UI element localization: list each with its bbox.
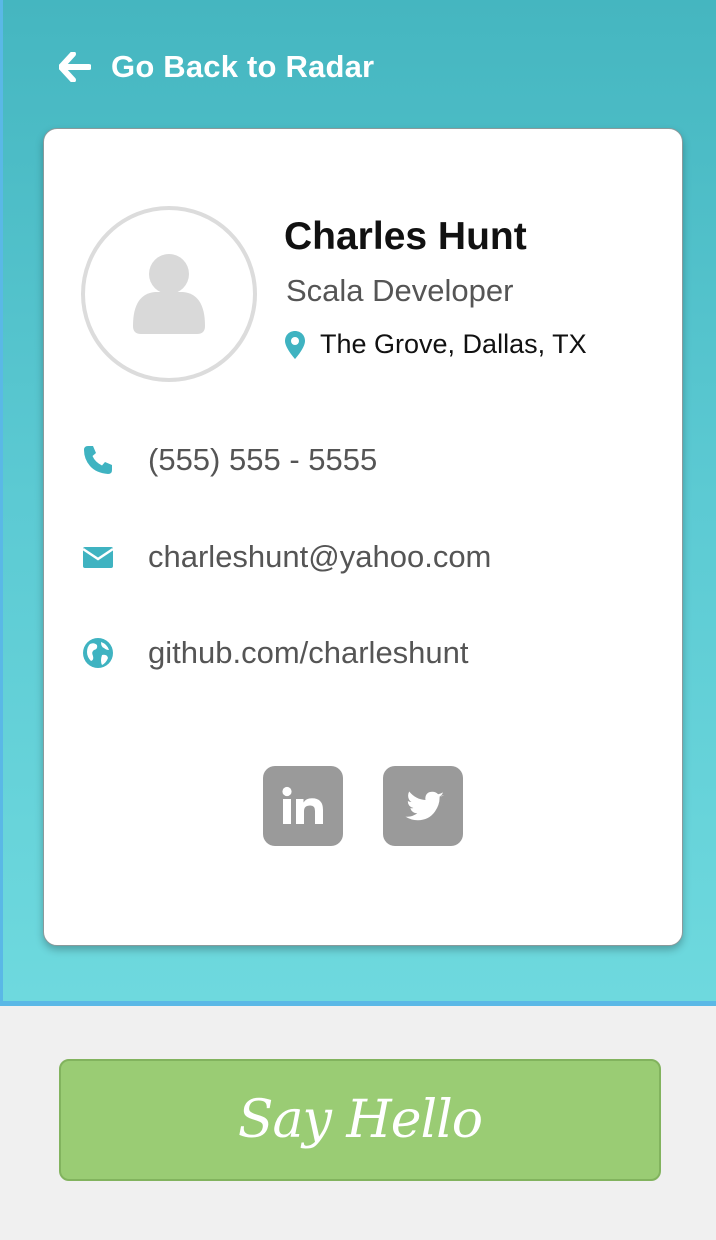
profile-header-background: Go Back to Radar Charles Hunt Scala Deve… xyxy=(0,0,716,1006)
twitter-icon xyxy=(405,791,444,821)
phone-row[interactable]: (555) 555 - 5555 xyxy=(82,440,377,480)
say-hello-label: Say Hello xyxy=(237,1090,483,1150)
arrow-left-icon xyxy=(59,50,93,84)
globe-icon xyxy=(82,633,148,673)
website-row[interactable]: github.com/charleshunt xyxy=(82,633,469,673)
website-link: github.com/charleshunt xyxy=(148,635,469,670)
linkedin-icon xyxy=(282,786,323,824)
email-row[interactable]: charleshunt@yahoo.com xyxy=(82,537,491,577)
email-address: charleshunt@yahoo.com xyxy=(148,539,492,574)
map-pin-icon xyxy=(285,330,305,359)
profile-role: Scala Developer xyxy=(286,273,514,308)
phone-number: (555) 555 - 5555 xyxy=(148,442,378,477)
avatar xyxy=(81,206,257,382)
profile-location: The Grove, Dallas, TX xyxy=(284,329,587,360)
profile-card: Charles Hunt Scala Developer The Grove, … xyxy=(43,128,683,946)
profile-name: Charles Hunt xyxy=(284,215,527,258)
say-hello-button[interactable]: Say Hello xyxy=(59,1059,661,1181)
user-placeholder-icon xyxy=(133,254,205,334)
twitter-button[interactable] xyxy=(383,766,463,846)
location-label: The Grove, Dallas, TX xyxy=(320,329,587,359)
envelope-icon xyxy=(82,537,148,577)
back-link-label: Go Back to Radar xyxy=(111,49,375,84)
linkedin-button[interactable] xyxy=(263,766,343,846)
phone-icon xyxy=(82,440,148,480)
back-to-radar-link[interactable]: Go Back to Radar xyxy=(59,46,374,88)
